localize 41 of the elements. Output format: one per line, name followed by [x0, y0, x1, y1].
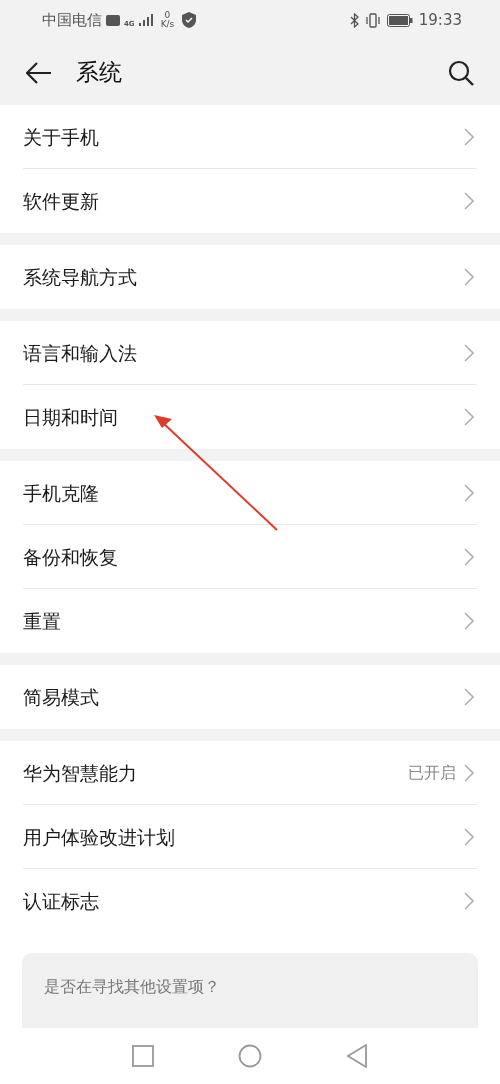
back-nav-button[interactable] [346, 1044, 368, 1068]
chevron-right-icon [464, 128, 474, 146]
settings-item[interactable]: 手机克隆 [0, 461, 500, 525]
speed-value: 0 [164, 11, 171, 20]
chevron-right-icon [464, 344, 474, 362]
chevron-right-icon [464, 612, 474, 630]
settings-item[interactable]: 日期和时间 [0, 385, 500, 449]
bluetooth-icon [349, 12, 359, 28]
chevron-right-icon [464, 764, 474, 782]
settings-item[interactable]: 软件更新 [0, 169, 500, 233]
settings-item[interactable]: 认证标志 [0, 869, 500, 933]
chevron-right-icon [464, 192, 474, 210]
settings-item[interactable]: 重置 [0, 589, 500, 653]
back-arrow-icon [26, 61, 52, 84]
settings-item[interactable]: 简易模式 [0, 665, 500, 729]
settings-item[interactable]: 关于手机 [0, 105, 500, 169]
battery-icon [386, 13, 413, 27]
chevron-right-icon [464, 892, 474, 910]
home-button[interactable] [238, 1044, 262, 1068]
chevron-right-icon [464, 828, 474, 846]
page-title: 系统 [76, 58, 122, 88]
chevron-right-icon [464, 408, 474, 426]
speed-unit: K/s [160, 20, 175, 29]
chevron-right-icon [464, 688, 474, 706]
chevron-right-icon [464, 484, 474, 502]
settings-item[interactable]: 系统导航方式 [0, 245, 500, 309]
suggestion-title: 是否在寻找其他设置项？ [44, 977, 220, 996]
settings-item[interactable]: 华为智慧能力 已开启 [0, 741, 500, 805]
carrier-name: 中国电信 [42, 9, 102, 31]
chevron-right-icon [464, 548, 474, 566]
settings-item[interactable]: 用户体验改进计划 [0, 805, 500, 869]
chevron-right-icon [464, 268, 474, 286]
settings-item[interactable]: 语言和输入法 [0, 321, 500, 385]
status-value: 已开启 [408, 762, 456, 784]
search-icon [448, 59, 474, 86]
settings-item[interactable]: 备份和恢复 [0, 525, 500, 589]
signal-icon [138, 14, 153, 26]
clock-time: 19:33 [418, 9, 462, 31]
shield-icon [182, 12, 197, 28]
vibrate-icon [364, 12, 381, 28]
recent-apps-button[interactable] [132, 1045, 154, 1067]
